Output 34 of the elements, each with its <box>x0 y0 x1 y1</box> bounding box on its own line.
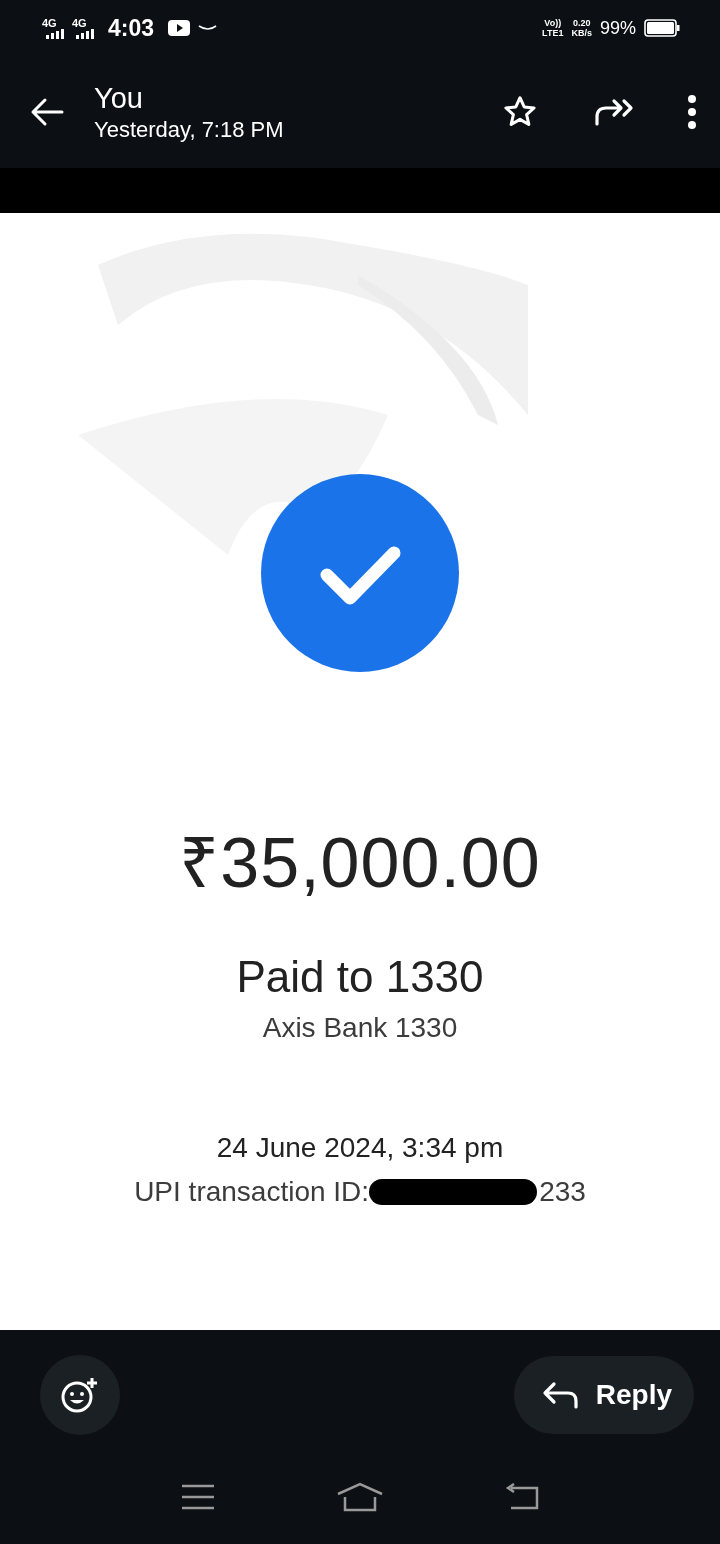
back-button[interactable] <box>30 97 64 127</box>
home-icon <box>336 1482 384 1512</box>
back-nav-button[interactable] <box>505 1483 540 1511</box>
reply-button[interactable]: Reply <box>513 1356 694 1434</box>
menu-icon <box>180 1483 215 1511</box>
payment-date: 24 June 2024, 3:34 pm <box>216 1132 504 1164</box>
network-label: 4G <box>72 17 87 29</box>
volte-label: LTE1 <box>542 28 564 38</box>
bank-account: Axis Bank 1330 <box>262 1012 458 1044</box>
signal-icon <box>76 28 94 39</box>
more-icon <box>686 94 698 130</box>
payee-label: Paid to 1330 <box>236 952 484 1002</box>
signal-icon <box>46 28 64 39</box>
home-button[interactable] <box>336 1482 384 1512</box>
message-timestamp: Yesterday, 7:18 PM <box>94 116 285 143</box>
menu-button[interactable] <box>180 1483 215 1511</box>
more-options-button[interactable] <box>686 94 698 130</box>
payment-amount: ₹35,000.00 <box>179 823 541 904</box>
success-check-icon <box>261 474 459 672</box>
clock: 4:03 <box>108 14 155 42</box>
smiley-plus-icon <box>61 1377 99 1413</box>
speed-value: 0.20 <box>572 18 591 28</box>
back-icon <box>505 1483 540 1511</box>
transaction-id: 233 <box>539 1176 586 1208</box>
transaction-id-label: UPI transaction ID: <box>134 1176 370 1208</box>
battery-icon <box>644 19 680 37</box>
reply-arrow-icon <box>541 1381 580 1409</box>
battery-percent: 99% <box>599 17 636 39</box>
volte-label: Vo)) <box>544 18 562 28</box>
speed-unit: KB/s <box>571 28 592 38</box>
network-label: 4G <box>42 17 57 29</box>
back-arrow-icon <box>30 97 64 127</box>
video-icon <box>168 20 191 36</box>
sender-name: You <box>94 81 144 115</box>
